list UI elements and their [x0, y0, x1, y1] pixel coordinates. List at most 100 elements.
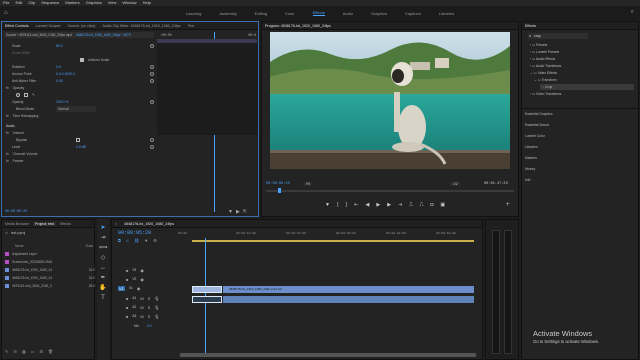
effects-tree-video-transitions[interactable]: › ▭ Video Transitions	[530, 91, 561, 97]
essential-graphics-section[interactable]: Essential Graphics	[525, 111, 553, 117]
libraries-section[interactable]: Libraries	[525, 144, 538, 150]
new-bin-icon[interactable]: ▭	[31, 349, 35, 354]
blend-mode-select[interactable]: Normal	[56, 106, 96, 112]
home-icon[interactable]: ⌂	[4, 10, 8, 16]
slip-tool-icon[interactable]: ↔	[99, 264, 107, 272]
linked-selection-icon[interactable]: ⛓	[134, 238, 139, 243]
close-icon[interactable]: ×	[115, 222, 117, 226]
add-marker-icon[interactable]: ▼	[144, 238, 148, 243]
pen-tool-icon[interactable]: ✒	[99, 274, 107, 282]
column-frame-rate[interactable]: Fram	[86, 244, 93, 248]
go-to-out-icon[interactable]: ⇥	[398, 202, 402, 208]
list-view-icon[interactable]: ☰	[13, 349, 17, 354]
pen-mask-icon[interactable]: ✎	[32, 92, 35, 98]
clip-label[interactable]: 4548176-hd_1920_1080_24fps * 4575	[76, 32, 130, 38]
filter-icon[interactable]: ▼	[228, 209, 233, 215]
source-patch[interactable]: ■	[126, 268, 128, 273]
eye-icon[interactable]: ◉	[137, 286, 141, 291]
icon-view-icon[interactable]: ▦	[22, 349, 26, 354]
track-label[interactable]: V2	[132, 277, 136, 282]
work-area-bar[interactable]	[192, 240, 474, 242]
program-timecode[interactable]: 00:00:05:20	[266, 182, 290, 186]
tab-source[interactable]: Source: (no clips)	[67, 24, 95, 28]
audio-clip[interactable]	[223, 296, 474, 303]
ec-timecode[interactable]: 00:00:05:20	[5, 210, 27, 214]
channel-volume-label[interactable]: Channel Volume	[13, 151, 38, 157]
zoom-select[interactable]: Fit	[303, 182, 313, 186]
info-section[interactable]: Info	[525, 177, 531, 183]
extract-icon[interactable]: ⎍	[420, 202, 424, 208]
track-label[interactable]: A3	[132, 314, 136, 319]
tab-effect-controls[interactable]: Effect Controls	[5, 24, 29, 28]
timeline-timecode[interactable]: 00:00:05:20	[118, 230, 151, 236]
lumetri-color-section[interactable]: Lumetri Color	[525, 133, 545, 139]
add-marker-icon[interactable]: ▼	[325, 202, 330, 208]
mark-out-icon[interactable]: }	[346, 202, 348, 208]
effects-tree-audio-effects[interactable]: › ▭ Audio Effects	[530, 56, 555, 62]
reset-icon[interactable]	[150, 44, 154, 48]
play-icon[interactable]: ▶	[376, 202, 380, 208]
tab-lumetri-scopes[interactable]: Lumetri Scopes	[36, 24, 61, 28]
step-back-icon[interactable]: ◀	[366, 202, 370, 208]
audio-clip-selected[interactable]	[192, 296, 222, 303]
effects-tree-crop[interactable]: ▫ Crop	[540, 84, 634, 90]
essential-sound-section[interactable]: Essential Sound	[525, 122, 549, 128]
track-label[interactable]: A2	[132, 305, 136, 310]
panner-label[interactable]: Panner	[13, 158, 24, 164]
video-clip[interactable]: 4548176-hd_1920_1080_24fps.mp4 [V]	[223, 286, 474, 293]
reset-icon[interactable]	[150, 138, 154, 142]
mute-button[interactable]: M	[140, 314, 143, 319]
new-item-icon[interactable]: ⊞	[40, 349, 43, 354]
reset-icon[interactable]	[150, 100, 154, 104]
opacity-value[interactable]: 100.0 %	[56, 99, 68, 105]
anti-flicker-value[interactable]: 0.00	[56, 78, 63, 84]
project-item[interactable]: Adjustment Layer	[5, 250, 95, 257]
uniform-scale-checkbox[interactable]	[80, 58, 84, 62]
rotation-value[interactable]: 0.0	[56, 64, 61, 70]
button-editor-icon[interactable]: +	[506, 202, 510, 208]
workspace-libraries[interactable]: Libraries	[439, 11, 454, 16]
bypass-checkbox[interactable]	[76, 138, 80, 142]
selection-tool-icon[interactable]: ➤	[99, 224, 107, 232]
mic-icon[interactable]: 🎙	[154, 296, 159, 301]
program-scrubber[interactable]	[266, 188, 514, 193]
effects-tree-presets[interactable]: › ▭ Presets	[530, 42, 547, 48]
track-label[interactable]: V1	[129, 286, 133, 291]
project-item[interactable]: 4548176-hd_1920_1080_24 24.0	[5, 274, 95, 281]
anchor-point-value[interactable]: 0.0.0 1000.0	[56, 71, 75, 77]
workspace-assembly[interactable]: Assembly	[219, 11, 236, 16]
mix-value[interactable]: 0.0	[147, 324, 151, 328]
pencil-icon[interactable]: ✎	[5, 349, 8, 354]
project-item[interactable]: 4548176-hd_1920_1080_24 24.0	[5, 266, 95, 273]
sequence-tab[interactable]: 4548176-hd_1920_1080_24fps	[124, 222, 174, 226]
history-section[interactable]: History	[525, 166, 535, 172]
rectangle-mask-icon[interactable]	[24, 93, 28, 97]
solo-button[interactable]: S	[148, 314, 151, 319]
column-name[interactable]: Name	[5, 244, 24, 248]
workspace-captions[interactable]: Captions	[405, 11, 421, 16]
source-patch[interactable]: ■	[126, 277, 128, 282]
markers-section[interactable]: Markers	[525, 155, 537, 161]
effects-tree-lumetri-presets[interactable]: › ▭ Lumetri Presets	[530, 49, 559, 55]
effects-tree-audio-transitions[interactable]: › ▭ Audio Transitions	[530, 63, 561, 69]
play-audio-icon[interactable]: ▶	[236, 209, 240, 215]
mic-icon[interactable]: 🎙	[154, 305, 159, 310]
workspace-audio[interactable]: Audio	[343, 11, 353, 16]
track-select-tool-icon[interactable]: ⇥	[99, 234, 107, 242]
nest-icon[interactable]: ⧉	[118, 238, 121, 243]
solo-button[interactable]: S	[148, 296, 151, 301]
type-tool-icon[interactable]: T	[99, 294, 107, 302]
ellipse-mask-icon[interactable]	[16, 93, 20, 97]
program-title[interactable]: Program: 4548176-hd_1920_1080_24fps	[265, 24, 331, 28]
track-label[interactable]: V3	[132, 268, 136, 273]
level-value[interactable]: 0.0 dB	[76, 144, 86, 150]
tab-media-browser[interactable]: Media Browser	[5, 222, 29, 226]
reset-icon[interactable]	[150, 145, 154, 149]
workspace-color[interactable]: Color	[285, 11, 295, 16]
workspace-editing[interactable]: Editing	[255, 11, 267, 16]
search-icon[interactable]: ⌕	[631, 9, 634, 16]
ripple-edit-tool-icon[interactable]: ⟺	[99, 244, 108, 252]
tab-text[interactable]: Text	[188, 24, 195, 28]
effects-tree-video-effects[interactable]: ⌄ ▭ Video Effects	[530, 70, 557, 76]
workspace-effects[interactable]: Effects	[312, 10, 325, 16]
